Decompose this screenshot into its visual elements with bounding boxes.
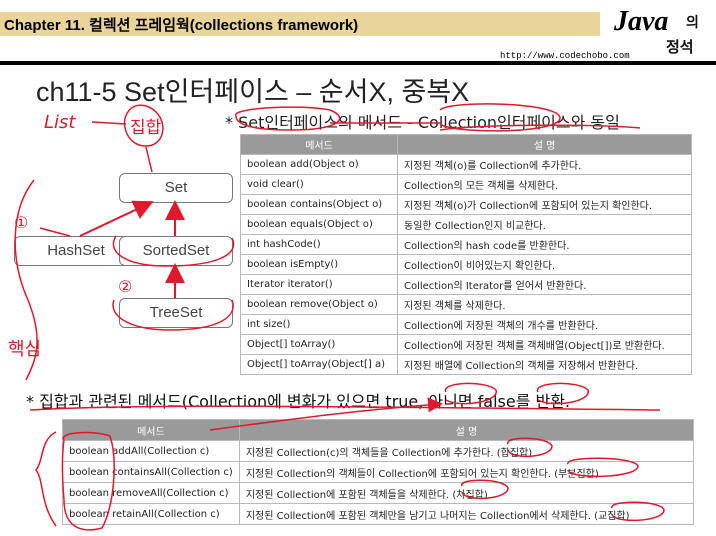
uml-arrow-hashset-set (79, 200, 154, 237)
table-row: Object[] toArray() Collection에 저장된 객체를 객체… (240, 334, 692, 355)
description-cell: Collection의 Iterator를 얻어서 반환한다. (397, 274, 692, 295)
description-cell: 지정된 객체(o)가 Collection에 포함되어 있는지 확인한다. (397, 194, 692, 215)
header-divider (0, 61, 716, 65)
method-cell: boolean containsAll(Collection c) (62, 461, 240, 483)
stroke-jiphap-to-set (145, 146, 153, 173)
method-cell: int size() (240, 314, 398, 335)
brand-url: http://www.codechobo.com (500, 51, 630, 61)
brand-java-logo: Java (614, 6, 669, 37)
uml-set-box: Set (119, 173, 233, 203)
method-cell: boolean contains(Object o) (240, 194, 398, 215)
description-cell: 지정된 객체(o)를 Collection에 추가한다. (397, 154, 692, 175)
description-cell: Collection에 저장된 객체를 객체배열(Object[])로 반환한다… (397, 334, 692, 355)
description-cell: Collection이 비어있는지 확인한다. (397, 254, 692, 275)
uml-sortedset-box: SortedSet (119, 236, 233, 266)
method-cell: int hashCode() (240, 234, 398, 255)
set-operations-table: 메서드 설 명 boolean addAll(Collection c) 지정된 … (62, 419, 695, 525)
table-row: boolean retainAll(Collection c) 지정된 Colle… (62, 503, 695, 525)
column-header-method: 메서드 (240, 134, 398, 155)
table-row: boolean removeAll(Collection c) 지정된 Colle… (62, 482, 695, 504)
table-row: boolean containsAll(Collection c) 지정된 Col… (62, 461, 695, 483)
stroke-list-to-set (91, 121, 127, 125)
description-cell: 지정된 Collection에 포함된 객체들을 삭제한다. (차집합) (238, 482, 695, 504)
table-row: boolean contains(Object o) 지정된 객체(o)가 Col… (240, 194, 692, 215)
curve-left-1 (14, 179, 38, 381)
table-row: boolean equals(Object o) 동일한 Collection인지… (240, 214, 692, 235)
column-header-description: 설 명 (238, 419, 695, 441)
method-cell: void clear() (240, 174, 398, 195)
set-operations-heading: * 집합과 관련된 메서드(Collection에 변화가 있으면 true, … (26, 392, 571, 411)
description-cell: Collection의 hash code를 반환한다. (397, 234, 692, 255)
column-header-method: 메서드 (62, 419, 240, 441)
slide-title: ch11-5 Set인터페이스 – 순서X, 중복X (36, 77, 470, 107)
method-cell: boolean isEmpty() (240, 254, 398, 275)
method-cell: Object[] toArray() (240, 334, 398, 355)
description-cell: 동일한 Collection인지 비교한다. (397, 214, 692, 235)
table-row: int size() Collection에 저장된 객체의 개수를 반환한다. (240, 314, 692, 335)
method-cell: boolean add(Object o) (240, 154, 398, 175)
description-cell: 지정된 배열에 Collection의 객체를 저장해서 반환한다. (397, 354, 692, 375)
table-header-row: 메서드 설 명 (240, 134, 692, 155)
header: Chapter 11. 컬렉션 프레임웍(collections framewo… (0, 0, 716, 70)
table-row: int hashCode() Collection의 hash code를 반환한… (240, 234, 692, 255)
method-cell: boolean equals(Object o) (240, 214, 398, 235)
method-cell: boolean remove(Object o) (240, 294, 398, 315)
brace-left-table2 (35, 431, 57, 527)
method-cell: boolean removeAll(Collection c) (62, 482, 240, 504)
stroke-hashset-link (39, 227, 71, 237)
circle-jiphap (123, 104, 164, 147)
table-row: Object[] toArray(Object[] a) 지정된 배열에 Coll… (240, 354, 692, 375)
table-row: boolean add(Object o) 지정된 객체(o)를 Collecti… (240, 154, 692, 175)
table-row: boolean remove(Object o) 지정된 객체를 삭제한다. (240, 294, 692, 315)
method-cell: Iterator iterator() (240, 274, 398, 295)
table-row: Iterator iterator() Collection의 Iterator를… (240, 274, 692, 295)
handwritten-jiphap: 집합 (130, 118, 162, 138)
description-cell: Collection의 모든 객체를 삭제한다. (397, 174, 692, 195)
method-cell: boolean retainAll(Collection c) (62, 503, 240, 525)
chapter-title: Chapter 11. 컬렉션 프레임웍(collections framewo… (4, 17, 359, 34)
handwritten-haeksim: 핵심 (8, 339, 41, 360)
handwritten-num1: ① (14, 213, 28, 232)
brand-ui-logo: 의 (686, 15, 699, 31)
handwritten-num2: ② (118, 277, 132, 296)
description-cell: 지정된 Collection에 포함된 객체만을 남기고 나머지는 Collec… (238, 503, 695, 525)
column-header-description: 설 명 (397, 134, 692, 155)
set-methods-table: 메서드 설 명 boolean add(Object o) 지정된 객체(o)를 … (240, 134, 692, 375)
table-row: void clear() Collection의 모든 객체를 삭제한다. (240, 174, 692, 195)
set-methods-subtitle: * Set인터페이스의 메서드 - Collection인터페이스와 동일 (225, 113, 620, 132)
description-cell: Collection에 저장된 객체의 개수를 반환한다. (397, 314, 692, 335)
description-cell: 지정된 Collection의 객체들이 Collection에 포함되어 있는… (238, 461, 695, 483)
handwritten-list: List (44, 112, 76, 133)
uml-treeset-box: TreeSet (119, 298, 233, 328)
table-header-row: 메서드 설 명 (62, 419, 695, 441)
table-row: boolean addAll(Collection c) 지정된 Collecti… (62, 440, 695, 462)
method-cell: boolean addAll(Collection c) (62, 440, 240, 462)
description-cell: 지정된 객체를 삭제한다. (397, 294, 692, 315)
method-cell: Object[] toArray(Object[] a) (240, 354, 398, 375)
table-row: boolean isEmpty() Collection이 비어있는지 확인한다. (240, 254, 692, 275)
brand-jeongseok-logo: 정석 (666, 38, 694, 56)
description-cell: 지정된 Collection(c)의 객체들을 Collection에 추가한다… (238, 440, 695, 462)
